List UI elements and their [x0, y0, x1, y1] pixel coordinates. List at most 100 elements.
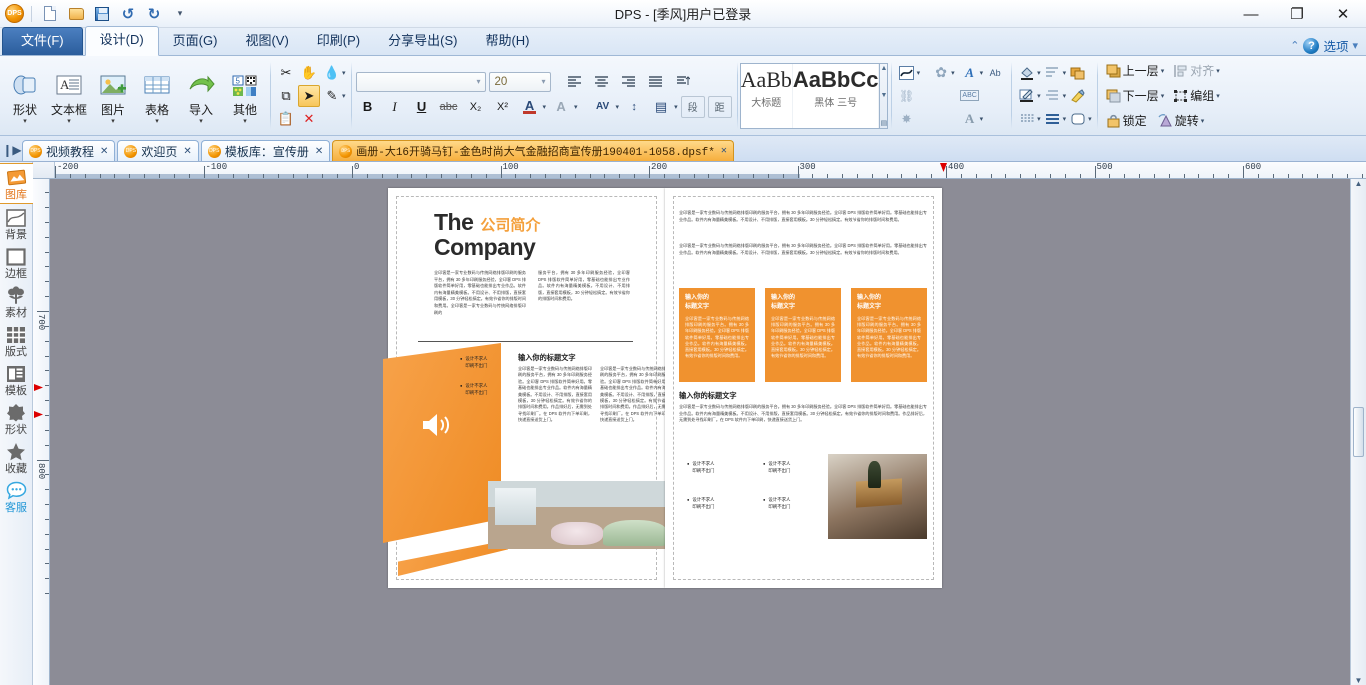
orange-card-2[interactable]: 输入你的 标题文字 全印客是一家专业数码与传统网络排版印刷的服务平台。拥有 30… [765, 288, 841, 382]
border-style-button[interactable] [1042, 108, 1064, 130]
style-item-0[interactable]: AaBb 大标题 [741, 64, 793, 128]
page-photo-kitchen[interactable] [828, 454, 927, 539]
orange-card-3[interactable]: 输入你的 标题文字 全印客是一家专业数码与传统网络排版印刷的服务平台。拥有 30… [851, 288, 927, 382]
copy-button[interactable]: ⧉ [275, 85, 297, 107]
paste-button[interactable]: 📋 [275, 108, 297, 130]
tab-close-icon[interactable]: ✕ [98, 146, 108, 157]
char-spacing-button[interactable]: AV [591, 96, 615, 118]
align-left-button[interactable] [563, 71, 587, 93]
scroll-down-icon[interactable]: ▼ [1355, 676, 1363, 685]
scroll-up-icon[interactable]: ▲ [880, 65, 887, 72]
line-style-button[interactable] [1042, 62, 1064, 84]
dropdown-caret-icon[interactable]: ▾ [67, 118, 71, 125]
bring-forward-button[interactable]: 上一层 ▾ [1102, 59, 1169, 82]
eyedropper-caret-icon[interactable]: ▾ [342, 69, 346, 77]
eyedropper-button[interactable]: 💧 [321, 62, 343, 84]
canvas-vertical-scrollbar[interactable]: ▲ ▼ [1350, 179, 1366, 685]
sidebar-item-customer-service[interactable]: 客服 [0, 477, 33, 516]
sidebar-item-shape[interactable]: 形状 [0, 399, 33, 438]
spell-check-button[interactable]: ABC [959, 85, 981, 107]
customize-qat-button[interactable]: ▾ [169, 4, 191, 24]
char-style-button[interactable]: A [549, 96, 573, 118]
intro-paragraph-left[interactable]: 全印客是一家专业数码与传统网络排版印刷的服务平台，拥有 30 多年印刷服务经验，… [434, 270, 526, 316]
superscript-button[interactable]: X² [491, 96, 515, 118]
document-page-left[interactable]: The 公司简介 Company 全印客是一家专业数码与传统网络排版印刷的服务平… [388, 188, 665, 588]
tab-template-library[interactable]: DPS 模板库：宣传册 ✕ [201, 140, 330, 161]
dash-style-button[interactable] [1016, 108, 1038, 130]
align-objects-caret-icon[interactable]: ▾ [1216, 67, 1220, 75]
document-canvas[interactable]: The 公司简介 Company 全印客是一家专业数码与传统网络排版印刷的服务平… [50, 179, 1350, 685]
tab-video-tutorial[interactable]: DPS 视频教程 ✕ [22, 140, 115, 161]
tab-close-icon[interactable]: ✕ [313, 146, 323, 157]
minimize-button[interactable]: — [1228, 0, 1274, 28]
settings-button[interactable]: ✿ [930, 62, 952, 84]
menu-page[interactable]: 页面(G) [159, 28, 232, 55]
style-gallery-scrollbar[interactable]: ▲ ▼ ▤ [879, 64, 887, 128]
bring-forward-caret-icon[interactable]: ▾ [1161, 67, 1165, 75]
page-photo-living-room[interactable] [488, 481, 674, 549]
undo-button[interactable]: ↺ [117, 4, 139, 24]
menu-file[interactable]: 文件(F) [2, 27, 83, 55]
send-backward-caret-icon[interactable]: ▾ [1161, 92, 1165, 100]
font-family-select[interactable]: ▾ [356, 72, 486, 92]
ruler-corner[interactable] [33, 162, 55, 178]
horizontal-ruler[interactable]: -200-1000100200300400500600 [33, 162, 1366, 179]
menu-help[interactable]: 帮助(H) [471, 28, 543, 55]
chevron-down-icon[interactable]: ▾ [475, 77, 483, 86]
link-button[interactable]: ⛓ [896, 85, 918, 107]
sidebar-item-material[interactable]: 素材 [0, 282, 33, 321]
settings-caret-icon[interactable]: ▾ [951, 69, 955, 77]
menu-print[interactable]: 印刷(P) [303, 28, 374, 55]
lock-button[interactable]: 锁定 [1102, 109, 1153, 132]
right-paragraph-2[interactable]: 全印客是一家专业数码与传统网络排版印刷的服务平台，拥有 30 多年印刷服务经验。… [679, 243, 927, 256]
tab-welcome-page[interactable]: DPS 欢迎页 ✕ [117, 140, 198, 161]
shape-effects-button[interactable] [1067, 62, 1089, 84]
bold-button[interactable]: B [356, 96, 380, 118]
rotate-caret-icon[interactable]: ▾ [1201, 117, 1205, 125]
line-weight-caret-icon[interactable]: ▾ [1063, 92, 1067, 100]
tab-close-icon[interactable]: ✕ [181, 146, 191, 157]
sidebar-item-background[interactable]: 背景 [0, 204, 33, 243]
scrollbar-thumb[interactable] [1353, 407, 1364, 457]
art-text-caret-icon[interactable]: ▾ [980, 69, 984, 77]
align-center-button[interactable] [590, 71, 614, 93]
align-justify-button[interactable] [644, 71, 668, 93]
align-objects-button[interactable]: 对齐 ▾ [1169, 59, 1224, 82]
line-spacing-button[interactable]: ↕ [622, 96, 646, 118]
cut-button[interactable]: ✂ [275, 62, 297, 84]
insert-table-button[interactable]: 表格 ▾ [135, 66, 179, 125]
redo-button[interactable]: ↻ [143, 4, 165, 24]
hand-tool-button[interactable]: ✋ [298, 62, 320, 84]
dropdown-caret-icon[interactable]: ▾ [155, 118, 159, 125]
tab-panel-toggle-button[interactable]: ❙▶ [2, 139, 22, 161]
horizontal-ruler-track[interactable]: -200-1000100200300400500600 [55, 162, 1366, 178]
paragraph-button[interactable]: 段 [681, 96, 705, 118]
pen-color-button[interactable] [1016, 85, 1038, 107]
style-gallery[interactable]: AaBb 大标题 AaBbCc 黑体 三号 ▲ ▼ ▤ [740, 63, 888, 129]
vertical-ruler[interactable]: 700800 [33, 179, 50, 685]
columns-caret-icon[interactable]: ▾ [674, 103, 678, 111]
open-document-button[interactable] [65, 4, 87, 24]
insert-shape-button[interactable]: 形状 ▾ [3, 66, 47, 125]
dash-caret-icon[interactable]: ▾ [1037, 115, 1041, 123]
line-weight-button[interactable] [1042, 85, 1064, 107]
right-section-subheading[interactable]: 输入你的标题文字 [679, 391, 737, 401]
sidebar-item-layout[interactable]: 版式 [0, 321, 33, 360]
save-document-button[interactable] [91, 4, 113, 24]
border-caret-icon[interactable]: ▾ [1063, 115, 1067, 123]
dropdown-caret-icon[interactable]: ▾ [111, 118, 115, 125]
italic-button[interactable]: I [383, 96, 407, 118]
tab-close-icon[interactable]: ✕ [719, 145, 727, 157]
sidebar-item-template[interactable]: 模板 [0, 360, 33, 399]
collapse-ribbon-icon[interactable]: ⌃ [1290, 39, 1299, 52]
body-column-1[interactable]: 全印客是一家专业数码与传统网络排版印刷的服务平台，拥有 30 多年印刷服务经验。… [518, 366, 592, 424]
menu-view[interactable]: 视图(V) [231, 28, 302, 55]
rotate-button[interactable]: 旋转 ▾ [1154, 109, 1209, 132]
scroll-down-icon[interactable]: ▼ [880, 92, 887, 99]
menu-share-export[interactable]: 分享导出(S) [374, 28, 471, 55]
text-effect-caret-icon[interactable]: ▾ [917, 69, 921, 77]
maximize-button[interactable]: ❐ [1274, 0, 1320, 28]
unlink-button[interactable]: ✸ [896, 108, 918, 130]
spacing-button[interactable]: 距 [708, 96, 732, 118]
send-backward-button[interactable]: 下一层 ▾ [1102, 84, 1169, 107]
